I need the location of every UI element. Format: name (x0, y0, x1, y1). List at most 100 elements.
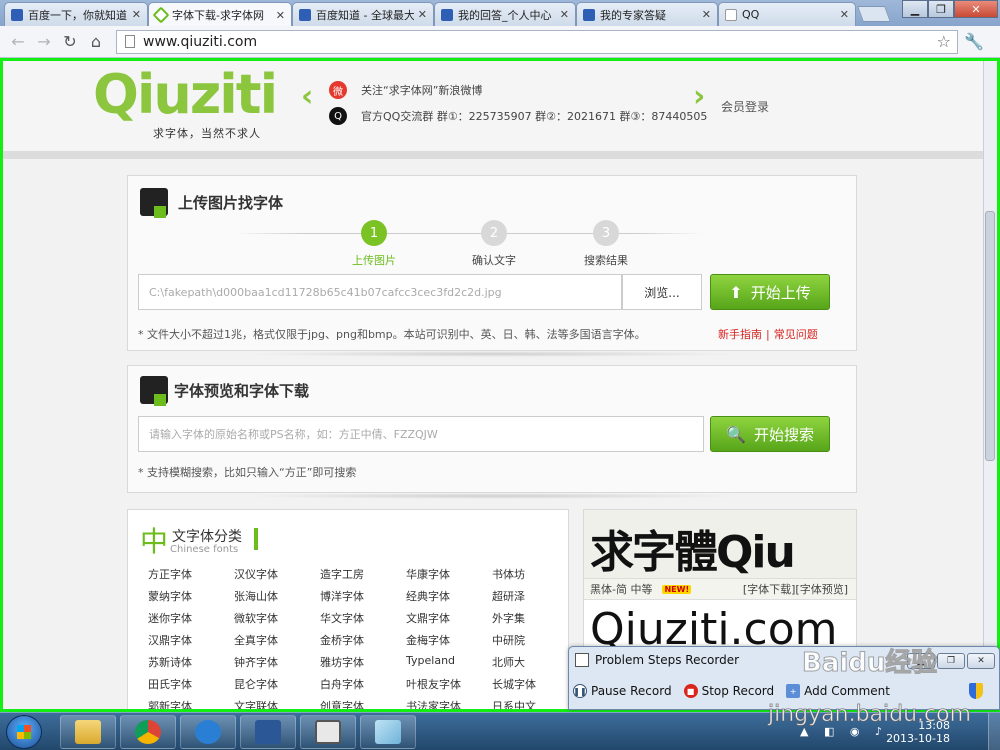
weibo-text[interactable]: 关注“求字体网”新浪微博 (361, 82, 482, 98)
tab-baidu-search[interactable]: 百度一下，你就知道 ✕ (4, 2, 148, 26)
step-label: 搜索结果 (584, 254, 628, 267)
category-link[interactable]: 汉鼎字体 (148, 632, 234, 648)
weibo-icon[interactable]: 微 (329, 81, 347, 99)
category-link[interactable]: 叶根友字体 (406, 676, 492, 692)
category-link[interactable]: 造字工房 (320, 566, 406, 582)
font-search-input[interactable]: 请输入字体的原始名称或PS名称，如：方正中倩、FZZQJW (138, 416, 704, 452)
taskbar-chrome[interactable] (120, 715, 176, 749)
minimize-icon[interactable]: ▁ (907, 653, 935, 669)
close-icon[interactable]: ✕ (276, 9, 285, 22)
taskbar-window[interactable] (360, 715, 416, 749)
category-link[interactable]: 长城字体 (492, 676, 572, 692)
category-link[interactable]: 北师大 (492, 654, 572, 670)
search-button-label: 开始搜索 (753, 425, 814, 444)
close-icon[interactable]: ✕ (418, 8, 427, 21)
close-icon[interactable]: ✕ (702, 8, 711, 21)
upload-panel: 上传图片找字体 1 上传图片 2 确认文字 3 搜索结果 C:\fakepath… (127, 175, 857, 351)
scrollbar-thumb[interactable] (985, 211, 995, 461)
taskbar-ie[interactable] (180, 715, 236, 749)
category-link[interactable]: 汉仪字体 (234, 566, 320, 582)
category-link[interactable]: 金桥字体 (320, 632, 406, 648)
step-label: 确认文字 (472, 254, 516, 267)
tab-my-answers[interactable]: 我的回答_个人中心 ✕ (434, 2, 576, 26)
category-link[interactable]: 蒙纳字体 (148, 588, 234, 604)
category-link[interactable]: 书法家字体 (406, 698, 492, 709)
category-link[interactable]: 文鼎字体 (406, 610, 492, 626)
faq-link[interactable]: 常见问题 (774, 328, 818, 341)
category-link[interactable]: 博洋字体 (320, 588, 406, 604)
tab-strip: 百度一下，你就知道 ✕ 字体下载-求字体网 ✕ 百度知道 - 全球最大 ✕ 我的… (0, 0, 1000, 27)
category-link[interactable]: 雅坊字体 (320, 654, 406, 670)
category-link[interactable]: 创意字体 (320, 698, 406, 709)
category-link[interactable]: 方正字体 (148, 566, 234, 582)
member-login-link[interactable]: 会员登录 (721, 98, 769, 115)
category-link[interactable]: 外字集 (492, 610, 572, 626)
minimize-icon[interactable]: ▁ (902, 0, 928, 18)
tab-baidu-zhidao[interactable]: 百度知道 - 全球最大 ✕ (292, 2, 434, 26)
maximize-icon[interactable]: ❐ (928, 0, 954, 18)
category-link[interactable]: 全真字体 (234, 632, 320, 648)
taskbar-word[interactable] (240, 715, 296, 749)
category-link[interactable]: 华康字体 (406, 566, 492, 582)
guide-link[interactable]: 新手指南 (718, 328, 762, 341)
category-link[interactable]: 钟齐字体 (234, 654, 320, 670)
tab-qq[interactable]: QQ ✕ (718, 2, 856, 26)
site-logo[interactable]: Qiuziti (93, 63, 278, 126)
tab-label: 字体下载-求字体网 (172, 9, 264, 22)
reload-icon[interactable]: ↻ (58, 30, 82, 54)
address-bar[interactable]: www.qiuziti.com ☆ (116, 29, 958, 54)
taskbar-steps-recorder[interactable] (300, 715, 356, 749)
close-icon[interactable]: ✕ (132, 8, 141, 21)
category-link[interactable]: 华文字体 (320, 610, 406, 626)
wrench-menu-icon[interactable]: 🔧 (964, 32, 984, 51)
file-path-input[interactable]: C:\fakepath\d000baa1cd11728b65c41b07cafc… (138, 274, 622, 310)
windows-taskbar: ▲ ◧ ◉ ♪ 13:08 2013-10-18 (0, 712, 1000, 750)
back-arrow-icon[interactable]: ← (6, 30, 30, 54)
forward-arrow-icon[interactable]: → (32, 30, 56, 54)
category-link[interactable]: 白舟字体 (320, 676, 406, 692)
category-link[interactable]: 郭新字体 (148, 698, 234, 709)
bookmark-star-icon[interactable]: ☆ (937, 32, 957, 51)
category-link[interactable]: 微软字体 (234, 610, 320, 626)
category-link[interactable]: 书体坊 (492, 566, 572, 582)
pause-icon: ❚❚ (573, 684, 587, 698)
page-scrollbar[interactable] (983, 61, 997, 709)
home-icon[interactable]: ⌂ (84, 30, 108, 54)
close-window-icon[interactable]: ✕ (954, 0, 998, 18)
tab-qiuziti[interactable]: 字体下载-求字体网 ✕ (148, 2, 292, 27)
category-link[interactable]: 经典字体 (406, 588, 492, 604)
new-badge: NEW! (662, 584, 692, 594)
category-link[interactable]: 超研泽 (492, 588, 572, 604)
close-icon[interactable]: ✕ (560, 8, 569, 21)
add-comment-button[interactable]: + Add Comment (786, 684, 890, 698)
category-link[interactable]: 田氏字体 (148, 676, 234, 692)
category-link[interactable]: 昆仑字体 (234, 676, 320, 692)
font-preview-icon (140, 376, 168, 406)
new-tab-button[interactable] (857, 6, 891, 22)
category-link[interactable]: 日系中文 (492, 698, 572, 709)
taskbar-explorer[interactable] (60, 715, 116, 749)
pause-record-button[interactable]: ❚❚ Pause Record (573, 684, 672, 698)
browse-button[interactable]: 浏览... (622, 274, 702, 310)
close-icon[interactable]: ✕ (840, 8, 849, 21)
stop-record-button[interactable]: ■ Stop Record (683, 684, 774, 698)
start-upload-button[interactable]: ⬆ 开始上传 (710, 274, 830, 310)
close-icon[interactable]: ✕ (967, 653, 995, 669)
start-button[interactable] (6, 715, 42, 749)
category-link[interactable]: 苏新诗体 (148, 654, 234, 670)
category-link[interactable]: 金梅字体 (406, 632, 492, 648)
restore-icon[interactable]: ❐ (937, 653, 965, 669)
tray-icons[interactable]: ▲ ◧ ◉ ♪ (800, 725, 888, 738)
show-desktop-button[interactable] (988, 713, 1000, 750)
font-action-links[interactable]: [字体下载][字体预览] (743, 581, 856, 597)
category-link[interactable]: 中研院 (492, 632, 572, 648)
clock[interactable]: 13:08 2013-10-18 (886, 719, 950, 745)
category-link[interactable]: 迷你字体 (148, 610, 234, 626)
category-link[interactable]: 张海山体 (234, 588, 320, 604)
font-sample-image[interactable]: 求字體Qiu (584, 510, 856, 578)
category-link[interactable]: Typeland (406, 654, 492, 670)
tab-expert-qa[interactable]: 我的专家答疑 ✕ (576, 2, 718, 26)
category-link[interactable]: 文字联体 (234, 698, 320, 709)
start-search-button[interactable]: 🔍 开始搜索 (710, 416, 830, 452)
pause-label: Pause Record (591, 684, 672, 698)
